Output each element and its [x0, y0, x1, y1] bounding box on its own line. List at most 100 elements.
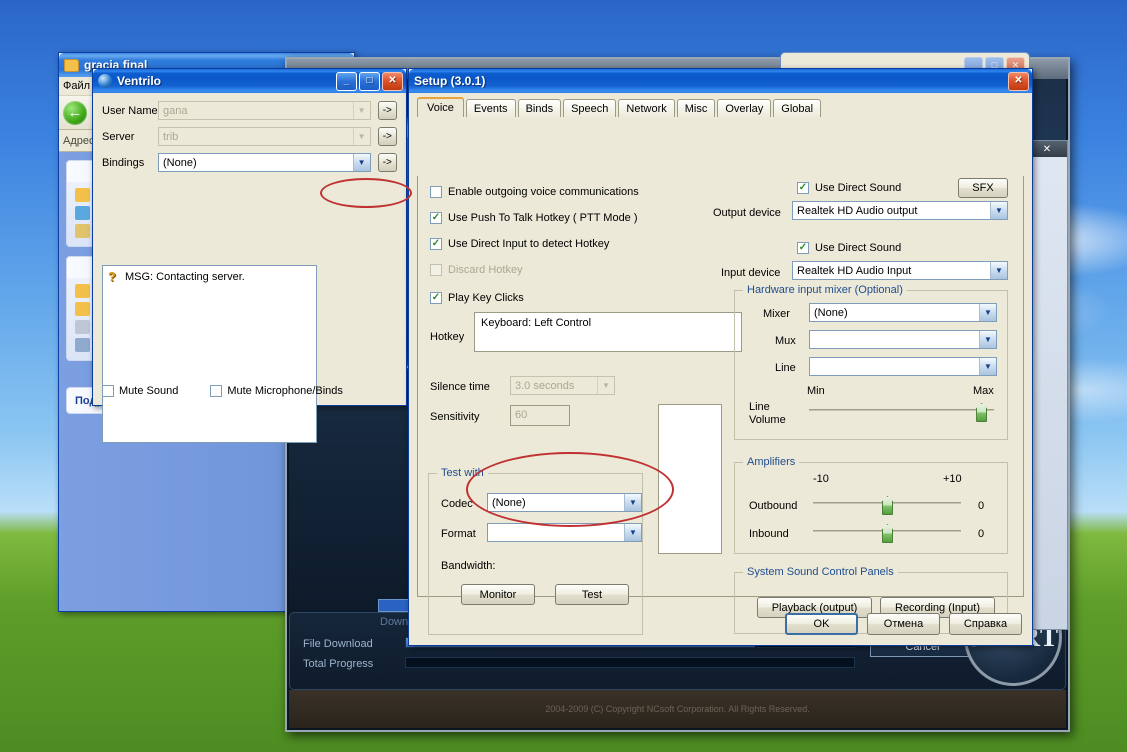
checkbox-box[interactable]: ✓ [430, 238, 442, 250]
tab-voice[interactable]: Voice [417, 97, 464, 117]
output-device-combo[interactable]: Realtek HD Audio output ▼ [792, 201, 1008, 220]
sfx-button[interactable]: SFX [958, 178, 1008, 198]
cancel-button[interactable]: Отмена [867, 613, 940, 635]
mixer-combo[interactable]: (None) ▼ [809, 303, 997, 322]
line-label: Line [775, 362, 796, 374]
inbound-slider[interactable] [813, 524, 961, 543]
server-combo[interactable]: trib ▼ [158, 127, 371, 146]
checkbox-box[interactable] [210, 385, 223, 397]
bindings-go-button[interactable]: -> [377, 153, 397, 172]
chevron-down-icon[interactable]: ▼ [979, 358, 996, 375]
format-combo[interactable]: ▼ [487, 523, 642, 542]
bindings-row: Bindings (None) ▼ -> [102, 153, 397, 172]
line-volume-slider[interactable] [809, 403, 994, 422]
checkbox-box[interactable] [430, 186, 442, 198]
ventrilo-message-list[interactable]: ? MSG: Contacting server. [102, 265, 317, 443]
ventrilo-titlebar[interactable]: Ventrilo _ □ ✕ [93, 69, 406, 93]
ventrilo-title: Ventrilo [117, 74, 162, 88]
codec-combo[interactable]: (None) ▼ [487, 493, 642, 512]
output-device-value: Realtek HD Audio output [797, 204, 918, 217]
slider-thumb[interactable] [882, 524, 893, 543]
slider-thumb[interactable] [976, 403, 988, 422]
help-button[interactable]: Справка [949, 613, 1022, 635]
tab-overlay[interactable]: Overlay [717, 99, 772, 117]
ok-button[interactable]: OK [785, 613, 858, 635]
ventrilo-window[interactable]: Ventrilo _ □ ✕ User Name gana ▼ -> Serve… [92, 68, 492, 443]
ventrilo-app-icon [98, 74, 112, 88]
chevron-down-icon[interactable]: ▼ [624, 494, 641, 511]
checkbox-box[interactable] [102, 385, 114, 397]
menu-file[interactable]: Файл [63, 80, 90, 92]
use-direct-input-checkbox[interactable]: ✓ Use Direct Input to detect Hotkey [430, 238, 609, 250]
setup-window[interactable]: Setup (3.0.1) ✕ Voice Events Binds Speec… [408, 68, 1033, 646]
checkbox-box[interactable]: ✓ [430, 212, 442, 224]
input-device-combo[interactable]: Realtek HD Audio Input ▼ [792, 261, 1008, 280]
tab-global[interactable]: Global [773, 99, 822, 117]
play-key-clicks-checkbox[interactable]: ✓ Play Key Clicks [430, 292, 524, 304]
bindings-combo[interactable]: (None) ▼ [158, 153, 371, 172]
chevron-down-icon: ▼ [597, 377, 614, 394]
share-icon [75, 224, 90, 238]
mute-microphone-checkbox[interactable]: Mute Microphone/Binds [210, 385, 343, 397]
list-item: ? MSG: Contacting server. [108, 269, 311, 284]
tab-events[interactable]: Events [465, 99, 516, 117]
bindings-label: Bindings [102, 156, 145, 169]
output-use-direct-sound-checkbox[interactable]: ✓ Use Direct Sound [797, 182, 901, 194]
username-combo[interactable]: gana ▼ [158, 101, 371, 120]
checkbox-box[interactable]: ✓ [797, 182, 809, 194]
chevron-down-icon[interactable]: ▼ [990, 262, 1007, 279]
monitor-button[interactable]: Monitor [461, 584, 535, 605]
tab-speech[interactable]: Speech [563, 99, 617, 117]
chevron-down-icon[interactable]: ▼ [624, 524, 641, 541]
checkbox-label: Use Direct Input to detect Hotkey [448, 238, 610, 250]
background-window-close-icon[interactable]: ✕ [1027, 141, 1067, 157]
tab-network[interactable]: Network [618, 99, 675, 117]
back-arrow-icon[interactable]: ← [63, 100, 87, 125]
enable-outgoing-voice-checkbox[interactable]: Enable outgoing voice communications [430, 186, 639, 198]
chevron-down-icon[interactable]: ▼ [979, 331, 996, 348]
mute-microphone-label: Mute Microphone/Binds [227, 385, 343, 397]
checkbox-box[interactable]: ✓ [797, 242, 809, 254]
tab-misc[interactable]: Misc [676, 99, 716, 117]
setup-titlebar[interactable]: Setup (3.0.1) ✕ [409, 69, 1032, 93]
outbound-label: Outbound [749, 500, 798, 512]
slider-thumb[interactable] [882, 496, 893, 515]
checkbox-label: Enable outgoing voice communications [448, 186, 639, 198]
total-progress-label: Total Progress [303, 658, 374, 670]
line-combo[interactable]: ▼ [809, 357, 997, 376]
test-button[interactable]: Test [555, 584, 629, 605]
chevron-down-icon[interactable]: ▼ [990, 202, 1007, 219]
mux-combo[interactable]: ▼ [809, 330, 997, 349]
mute-sound-checkbox[interactable]: Mute Sound [102, 385, 178, 397]
maximize-icon[interactable]: □ [359, 71, 380, 91]
file-download-label: File Download [303, 638, 373, 650]
input-use-direct-sound-checkbox[interactable]: ✓ Use Direct Sound [797, 242, 901, 254]
close-icon[interactable]: ✕ [382, 71, 403, 91]
hotkey-field[interactable]: Keyboard: Left Control [474, 312, 742, 352]
setup-title: Setup (3.0.1) [414, 74, 486, 88]
chevron-down-icon[interactable]: ▼ [352, 102, 370, 119]
places-pane-header-label [75, 262, 78, 274]
question-icon: ? [108, 269, 116, 284]
chevron-down-icon[interactable]: ▼ [979, 304, 996, 321]
ventrilo-sysbuttons[interactable]: _ □ ✕ [336, 71, 403, 91]
mixer-value: (None) [814, 306, 848, 319]
use-ptt-hotkey-checkbox[interactable]: ✓ Use Push To Talk Hotkey ( PTT Mode ) [430, 212, 638, 224]
checkbox-label: Use Push To Talk Hotkey ( PTT Mode ) [448, 212, 638, 224]
chevron-down-icon[interactable]: ▼ [352, 128, 370, 145]
input-device-label: Input device [721, 267, 781, 279]
setup-sysbuttons[interactable]: ✕ [1008, 71, 1029, 91]
username-go-button[interactable]: -> [377, 101, 397, 120]
line-volume-label-1: Line [749, 401, 770, 413]
setup-tabs[interactable]: Voice Events Binds Speech Network Misc O… [409, 93, 1032, 117]
server-go-button[interactable]: -> [377, 127, 397, 146]
outbound-slider[interactable] [813, 496, 961, 515]
address-label: Адрес [63, 134, 95, 147]
chevron-down-icon[interactable]: ▼ [352, 154, 370, 171]
bindings-value: (None) [163, 156, 197, 169]
minimize-icon[interactable]: _ [336, 71, 357, 91]
checkbox-box[interactable]: ✓ [430, 292, 442, 304]
tab-binds[interactable]: Binds [517, 99, 562, 117]
amplifiers-group-label: Amplifiers [743, 456, 800, 468]
close-icon[interactable]: ✕ [1008, 71, 1029, 91]
